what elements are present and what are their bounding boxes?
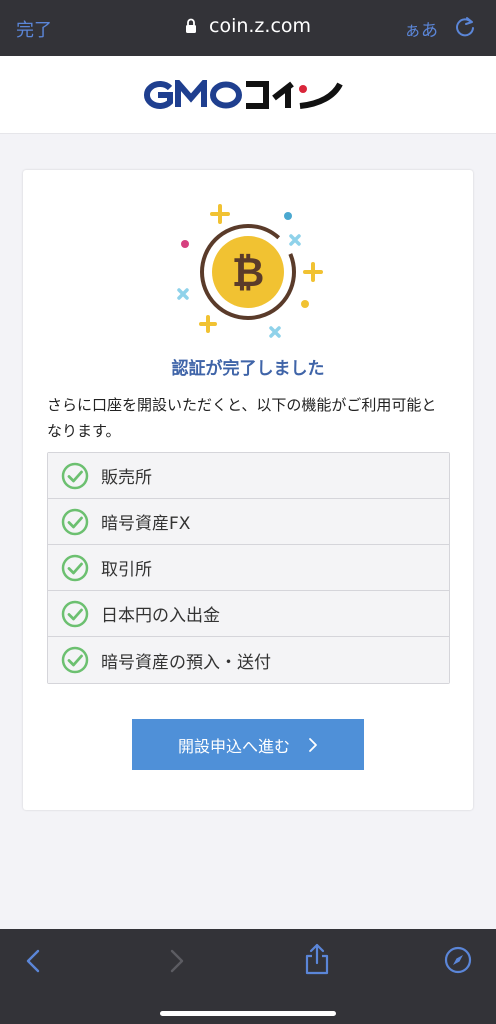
apply-button-label: 開設申込へ進む bbox=[177, 736, 290, 756]
check-circle-icon bbox=[61, 646, 89, 674]
site-header bbox=[0, 56, 496, 134]
text-size-button[interactable]: ぁあ bbox=[404, 16, 438, 41]
card-title: 認証が完了しました bbox=[171, 359, 325, 379]
feature-list: 販売所 暗号資産FX 取引所 日本円の入出金 暗号資産の預入・送付 bbox=[47, 452, 450, 684]
browser-bottom-toolbar bbox=[0, 929, 496, 1024]
apply-account-button[interactable]: 開設申込へ進む bbox=[132, 719, 364, 770]
list-item: 日本円の入出金 bbox=[48, 591, 449, 637]
verification-complete-card: ₿ 認証が完了しました さらに口座を開設いただくと、以下の機能がご利用可能となり… bbox=[23, 170, 473, 810]
check-circle-icon bbox=[61, 600, 89, 627]
home-indicator bbox=[160, 1011, 336, 1016]
forward-icon[interactable] bbox=[168, 949, 186, 973]
card-description: さらに口座を開設いただくと、以下の機能がご利用可能となります。 bbox=[47, 396, 437, 440]
feature-label: 暗号資産FX bbox=[101, 514, 191, 534]
browser-top-bar: 完了 coin.z.com ぁあ bbox=[0, 0, 496, 56]
list-item: 暗号資産の預入・送付 bbox=[48, 637, 449, 683]
share-icon[interactable] bbox=[304, 943, 330, 975]
feature-label: 日本円の入出金 bbox=[101, 606, 220, 626]
feature-label: 販売所 bbox=[101, 468, 152, 488]
list-item: 取引所 bbox=[48, 545, 449, 591]
check-circle-icon bbox=[61, 554, 89, 581]
feature-label: 取引所 bbox=[101, 560, 152, 580]
lock-icon bbox=[185, 17, 197, 39]
back-icon[interactable] bbox=[24, 949, 42, 973]
list-item: 暗号資産FX bbox=[48, 499, 449, 545]
check-circle-icon bbox=[61, 508, 89, 535]
compass-icon[interactable] bbox=[444, 946, 472, 974]
bitcoin-icon: ₿ bbox=[173, 200, 323, 344]
chevron-right-icon bbox=[309, 737, 317, 752]
list-item: 販売所 bbox=[48, 453, 449, 499]
check-circle-icon bbox=[61, 462, 89, 489]
svg-text:₿: ₿ bbox=[232, 250, 265, 296]
reload-icon[interactable] bbox=[454, 16, 476, 42]
url-text: coin.z.com bbox=[209, 15, 312, 37]
gmo-coin-logo[interactable] bbox=[140, 74, 356, 114]
feature-label: 暗号資産の預入・送付 bbox=[101, 652, 271, 673]
